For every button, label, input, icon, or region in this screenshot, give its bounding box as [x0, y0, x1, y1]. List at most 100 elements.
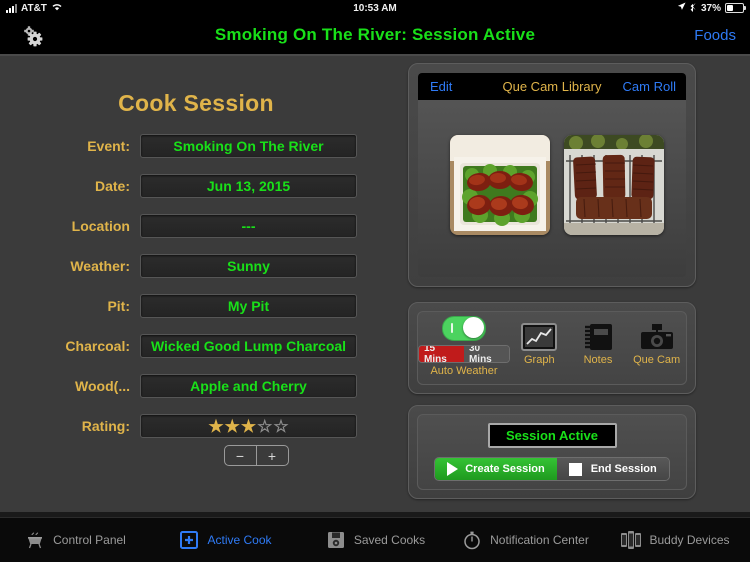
auto-weather-control: 15 Mins 30 Mins Auto Weather [418, 312, 510, 377]
form-row-event: Event: Smoking On The River [0, 134, 392, 158]
field-label: Pit: [107, 298, 130, 314]
pit-field[interactable]: My Pit [140, 294, 357, 318]
que-cam-library-panel: Edit Que Cam Library Cam Roll [408, 63, 696, 287]
field-label: Charcoal: [65, 338, 130, 354]
rating-stepper[interactable]: − + [223, 445, 289, 466]
plus-box-icon [178, 529, 200, 551]
wood-field[interactable]: Apple and Cherry [140, 374, 357, 398]
segment-15-mins[interactable]: 15 Mins [419, 346, 464, 362]
star-filled[interactable]: ★ [241, 418, 256, 435]
battery-icon [725, 3, 746, 13]
grill-icon [24, 529, 46, 551]
graph-icon [520, 322, 558, 352]
location-field[interactable]: --- [140, 214, 357, 238]
field-label: Rating: [81, 418, 130, 434]
form-row-pit: Pit: My Pit [0, 294, 392, 318]
star-filled[interactable]: ★ [208, 418, 223, 435]
status-bar: AT&T 10:53 AM 37% [0, 0, 750, 16]
field-label: Location [71, 218, 130, 234]
form-row-date: Date: Jun 13, 2015 [0, 174, 392, 198]
create-session-label: Create Session [465, 463, 545, 475]
tab-label: Buddy Devices [649, 533, 730, 547]
session-inner: Session Active Create Session End Sessio… [417, 414, 687, 490]
que-cam-button[interactable]: Que Cam [627, 318, 686, 366]
field-label: Weather: [70, 258, 130, 274]
notes-button[interactable]: Notes [569, 318, 628, 366]
create-session-button[interactable]: Create Session [435, 458, 557, 480]
tab-saved-cooks[interactable]: Saved Cooks [300, 529, 450, 551]
tab-label: Active Cook [207, 533, 272, 547]
cook-session-form: Cook Session Event: Smoking On The River… [0, 60, 392, 500]
rating-stepper-wrap: − + [0, 445, 392, 466]
form-row-rating: Rating: ★ ★ ★ ☆ ☆ [0, 414, 392, 438]
end-session-button[interactable]: End Session [556, 458, 669, 480]
tools-inner: 15 Mins 30 Mins Auto Weather Graph Notes… [417, 311, 687, 385]
cam-library-inner: Edit Que Cam Library Cam Roll [418, 73, 686, 277]
status-bar-right: 37% [677, 1, 746, 15]
form-row-wood: Wood(... Apple and Cherry [0, 374, 392, 398]
bluetooth-icon [690, 1, 697, 15]
end-session-label: End Session [590, 463, 657, 475]
tab-label: Saved Cooks [353, 533, 426, 547]
event-field[interactable]: Smoking On The River [140, 134, 357, 158]
devices-icon [620, 529, 642, 551]
star-filled[interactable]: ★ [225, 418, 240, 435]
session-buttons: Create Session End Session [434, 457, 670, 481]
play-icon [447, 462, 459, 476]
status-bar-time: 10:53 AM [353, 2, 397, 14]
photo-thumbnail[interactable] [564, 135, 664, 235]
auto-weather-interval-segments[interactable]: 15 Mins 30 Mins [418, 345, 510, 363]
rating-stars[interactable]: ★ ★ ★ ☆ ☆ [208, 418, 288, 435]
floppy-disk-icon [325, 529, 347, 551]
rating-decrement-button[interactable]: − [225, 446, 256, 465]
battery-percent-label: 37% [700, 2, 721, 14]
form-row-charcoal: Charcoal: Wicked Good Lump Charcoal [0, 334, 392, 358]
tab-label: Notification Center [490, 533, 589, 547]
stopwatch-icon [461, 529, 483, 551]
notes-label: Notes [583, 354, 613, 366]
location-arrow-icon [677, 2, 686, 14]
nav-divider [0, 54, 750, 56]
app-root: AT&T 10:53 AM 37% Smoking On The River: … [0, 0, 750, 562]
auto-weather-label: Auto Weather [430, 365, 498, 377]
photo-thumbnails [418, 100, 686, 235]
graph-button[interactable]: Graph [510, 318, 569, 366]
rating-increment-button[interactable]: + [255, 446, 288, 465]
tab-active-cook[interactable]: Active Cook [150, 529, 300, 551]
page-title: Smoking On The River: Session Active [214, 25, 536, 44]
form-row-weather: Weather: Sunny [0, 254, 392, 278]
charcoal-field[interactable]: Wicked Good Lump Charcoal [140, 334, 357, 358]
camera-icon [638, 322, 676, 352]
toggle-on-bar [450, 323, 453, 333]
nav-bar: Smoking On The River: Session Active Foo… [0, 16, 750, 54]
session-panel: Session Active Create Session End Sessio… [408, 405, 696, 499]
cam-roll-button[interactable]: Cam Roll [623, 79, 676, 94]
tab-control-panel[interactable]: Control Panel [0, 529, 150, 551]
field-label: Wood(... [75, 378, 130, 394]
tools-panel: 15 Mins 30 Mins Auto Weather Graph Notes… [408, 302, 696, 394]
star-empty[interactable]: ☆ [257, 418, 272, 435]
tab-buddy-devices[interactable]: Buddy Devices [600, 529, 750, 551]
field-label: Date: [94, 178, 130, 194]
tab-label: Control Panel [53, 533, 126, 547]
notebook-icon [579, 322, 617, 352]
form-row-location: Location --- [0, 214, 392, 238]
que-cam-label: Que Cam [633, 354, 681, 366]
form-title: Cook Session [118, 90, 274, 116]
graph-label: Graph [524, 354, 555, 366]
stop-icon [568, 462, 582, 476]
session-status-badge: Session Active [487, 423, 617, 448]
star-empty[interactable]: ☆ [273, 418, 288, 435]
segment-30-mins[interactable]: 30 Mins [463, 346, 509, 362]
auto-weather-toggle[interactable] [441, 316, 486, 341]
photo-thumbnail[interactable] [450, 135, 550, 235]
cam-library-header: Edit Que Cam Library Cam Roll [418, 73, 686, 100]
toggle-knob [462, 317, 484, 338]
tab-bar: Control Panel Active Cook Saved Cooks No… [0, 517, 750, 562]
rating-field[interactable]: ★ ★ ★ ☆ ☆ [140, 414, 357, 438]
field-label: Event: [87, 138, 130, 154]
foods-button[interactable]: Foods [694, 27, 736, 44]
tab-notification-center[interactable]: Notification Center [450, 529, 600, 551]
date-field[interactable]: Jun 13, 2015 [140, 174, 357, 198]
weather-field[interactable]: Sunny [140, 254, 357, 278]
